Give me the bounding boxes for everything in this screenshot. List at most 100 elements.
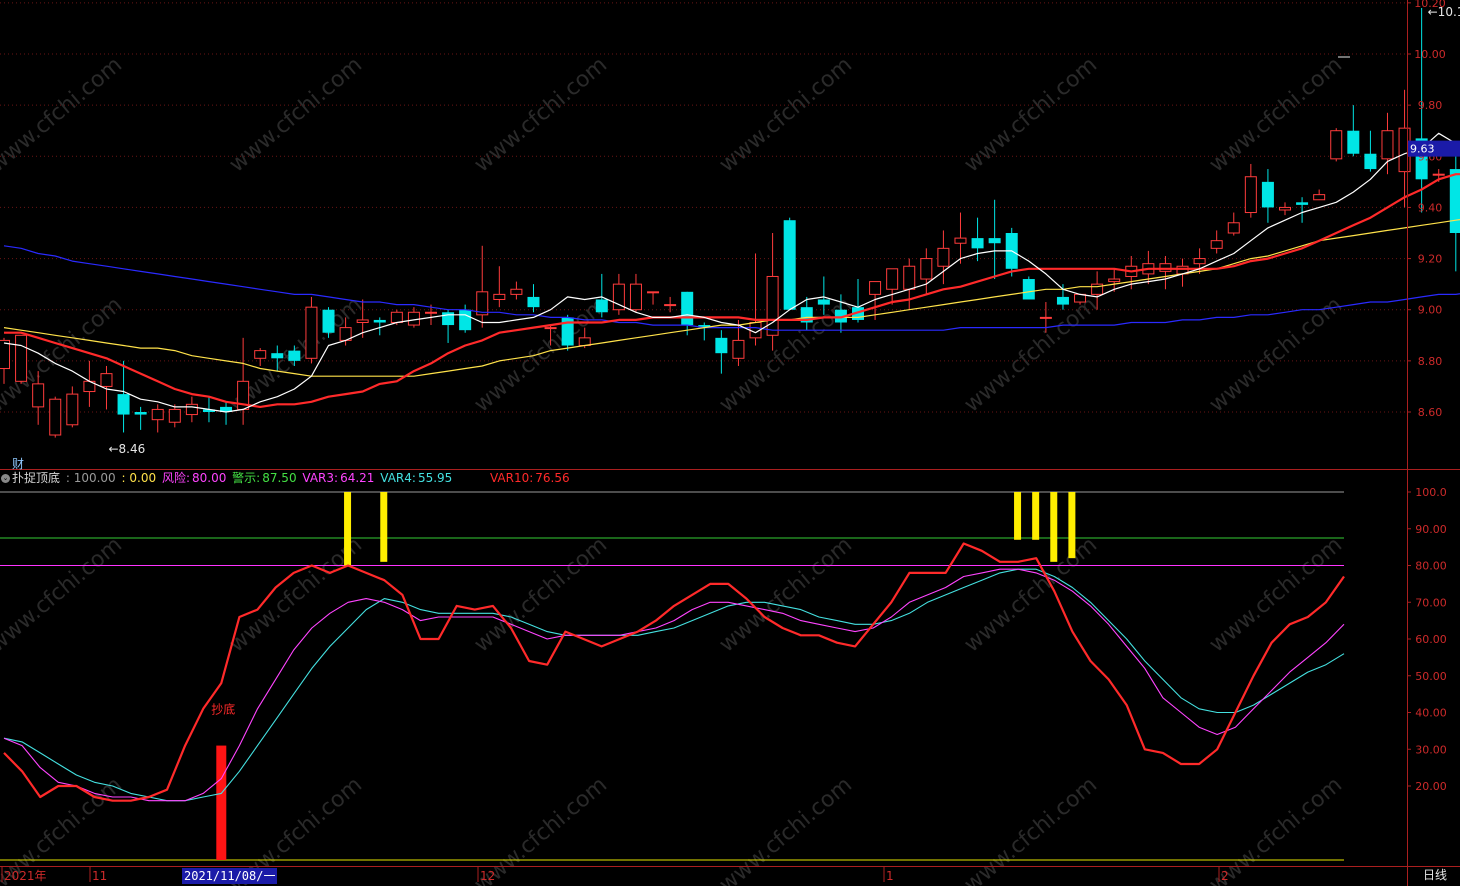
candle — [15, 334, 28, 384]
cursor-date-label: 2021/11/08/一 — [182, 868, 278, 884]
period-button[interactable]: 日线 — [1412, 866, 1458, 884]
candle-body — [168, 408, 181, 423]
y-tick-label: 100.0 — [1415, 486, 1447, 499]
candle-body — [288, 350, 301, 361]
candle-body — [715, 337, 728, 354]
candle-body — [732, 339, 745, 359]
candle-body — [1313, 194, 1326, 201]
y-tick-label: 9.00 — [1418, 304, 1443, 317]
high-price-label: ←10.18 — [1428, 5, 1460, 19]
candle-body — [869, 281, 882, 295]
candle-body — [425, 311, 437, 314]
candle-body — [510, 288, 523, 295]
bottom-signal-label: 抄底 — [211, 702, 235, 717]
candle — [305, 296, 318, 364]
candle-body — [0, 339, 10, 370]
candle-body — [493, 293, 506, 300]
candle-body — [647, 291, 660, 294]
candle-body — [185, 403, 198, 416]
candle-body — [527, 296, 540, 308]
candle-body — [32, 383, 45, 408]
y-tick-label: 9.20 — [1418, 253, 1443, 266]
y-tick-label: 90.00 — [1415, 523, 1447, 536]
candle-body — [1039, 316, 1052, 319]
candle-body — [322, 309, 335, 333]
candle-body — [1432, 173, 1445, 176]
candle-body — [100, 373, 113, 387]
candle-body — [407, 311, 420, 326]
y-tick-label: 50.00 — [1415, 670, 1447, 683]
candle-body — [1347, 130, 1360, 154]
candle-body — [1261, 181, 1274, 208]
candle-body — [544, 327, 557, 330]
chart-canvas[interactable]: www.cfchi.com www.cfchi.com www.cfchi.com w… — [0, 0, 1460, 886]
y-tick-label: 10.00 — [1414, 48, 1446, 61]
candle-body — [1227, 222, 1240, 234]
top-signal-bar — [1050, 492, 1058, 562]
candle-body — [1056, 296, 1069, 305]
top-signal-bar — [1068, 492, 1076, 559]
candle-body — [305, 306, 318, 359]
candle-body — [817, 299, 830, 305]
collapse-icon[interactable]: ⌄ — [1, 474, 10, 483]
x-tick-label: 12 — [480, 869, 495, 883]
candle-body — [886, 268, 899, 290]
var10-value: 76.56 — [535, 471, 570, 485]
y-tick-label: 60.00 — [1415, 633, 1447, 646]
candle-body — [920, 258, 933, 280]
candle — [1330, 128, 1343, 162]
candle-body — [1159, 263, 1172, 272]
candle-body — [373, 319, 386, 323]
candle-body — [681, 291, 694, 326]
candle-body — [356, 319, 369, 324]
param-1-value: : 100.00 — [65, 471, 116, 485]
candle-body — [49, 398, 62, 436]
candle — [783, 217, 796, 310]
candle-body — [783, 220, 796, 310]
var4-label: VAR4: — [380, 471, 416, 485]
indicator-header: ⌄ 扑捉顶底 : 100.00 : 0.00 风险: 80.00 警示: 87.50 … — [0, 470, 572, 486]
candle-body — [1244, 176, 1257, 214]
candle — [49, 396, 62, 438]
candle-body — [1108, 278, 1121, 283]
var3-value: 64.21 — [340, 471, 375, 485]
warn-value: 87.50 — [262, 471, 297, 485]
y-tick-label: 8.60 — [1418, 406, 1443, 419]
candle-body — [1279, 206, 1291, 211]
var10-label: VAR10: — [489, 471, 534, 485]
current-price-label: 9.63 — [1410, 143, 1435, 156]
candle-body — [1193, 258, 1206, 265]
x-tick-label: 2021年 — [4, 869, 47, 883]
candle-body — [971, 238, 984, 249]
candle-body — [117, 394, 130, 415]
indicator-name[interactable]: 扑捉顶底 — [12, 471, 60, 485]
y-tick-label: 9.40 — [1418, 201, 1443, 214]
candle — [561, 314, 574, 351]
candle-body — [390, 311, 403, 323]
param-2-value: : 0.00 — [121, 471, 157, 485]
candle-body — [1210, 240, 1223, 249]
candle-body — [151, 408, 164, 421]
candle-body — [134, 412, 147, 415]
candle-body — [66, 393, 79, 426]
candle-body — [459, 309, 472, 331]
candle-body — [442, 312, 455, 326]
top-signal-bar — [1032, 492, 1040, 540]
candle-body — [629, 283, 642, 311]
warn-label: 警示: — [232, 471, 261, 485]
candle-body — [1381, 130, 1394, 160]
x-tick-label: 1 — [886, 869, 894, 883]
candle-body — [1296, 202, 1309, 205]
var3-label: VAR3: — [302, 471, 339, 485]
top-signal-bar — [344, 492, 352, 566]
bottom-signal-bar — [216, 745, 227, 860]
top-signal-bar — [380, 492, 388, 562]
candle-body — [1022, 279, 1035, 300]
candle-body — [595, 299, 608, 313]
candle-body — [766, 275, 779, 336]
y-tick-label: 8.80 — [1418, 355, 1443, 368]
candle-body — [954, 237, 967, 244]
candle-body — [1330, 130, 1343, 160]
candle-body — [664, 304, 677, 307]
risk-value: 80.00 — [191, 471, 227, 485]
